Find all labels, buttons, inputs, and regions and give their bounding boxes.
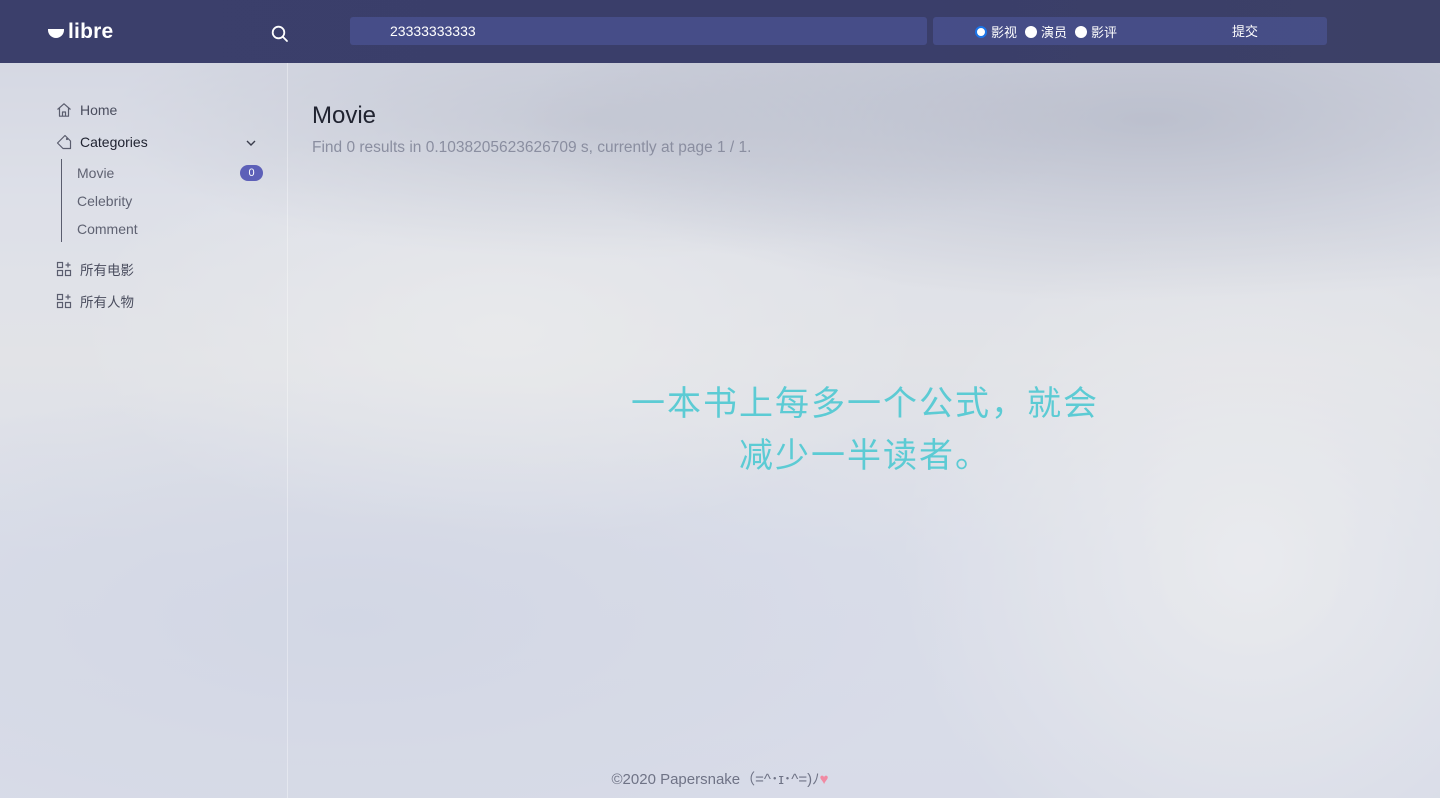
footer-text: ©2020 Papersnake（=^･ɪ･^=)ﾉ xyxy=(611,771,820,788)
type-radio-actor[interactable]: 演员 xyxy=(1025,22,1067,41)
search-type-group: 影视 演员 影评 xyxy=(933,17,1327,45)
type-label-review: 影评 xyxy=(1091,26,1118,41)
sidebar-subitem-comment[interactable]: Comment xyxy=(77,221,138,237)
top-bar: libre 影视 演员 影评 提交 xyxy=(0,0,1440,63)
quote-line-2: 减少一半读者。 xyxy=(739,436,991,476)
quote-line-1: 一本书上每多一个公式，就会 xyxy=(631,384,1099,424)
submit-button[interactable]: 提交 xyxy=(1232,21,1258,40)
category-tree-line xyxy=(61,159,62,242)
sidebar-item-all-movies[interactable]: 所有电影 xyxy=(56,259,134,279)
grid-add-icon xyxy=(56,293,72,309)
type-label-actor: 演员 xyxy=(1041,26,1068,41)
sidebar: Home Categories Movie 0 Celebrity Commen… xyxy=(0,63,288,798)
movie-count-badge: 0 xyxy=(240,165,263,181)
heart-icon: ♥ xyxy=(819,771,829,788)
empty-quote: 一本书上每多一个公式，就会 减少一半读者。 xyxy=(600,378,1130,482)
home-icon xyxy=(57,103,71,117)
sidebar-subitem-celebrity[interactable]: Celebrity xyxy=(77,193,132,209)
logo[interactable]: libre xyxy=(48,19,113,45)
result-info: Find 0 results in 0.1038205623626709 s, … xyxy=(312,139,752,156)
sidebar-item-all-people[interactable]: 所有人物 xyxy=(56,291,134,311)
sidebar-item-home[interactable]: Home xyxy=(56,102,117,118)
logo-text: libre xyxy=(68,20,114,43)
search-input[interactable] xyxy=(350,17,927,45)
type-radio-review[interactable]: 影评 xyxy=(1075,22,1117,41)
page-title: Movie xyxy=(312,102,377,129)
sidebar-item-label: Home xyxy=(80,102,118,118)
type-label-movie: 影视 xyxy=(991,26,1018,41)
logo-mark-icon xyxy=(48,29,64,38)
radio-icon[interactable] xyxy=(1025,25,1037,38)
type-radio-movie[interactable]: 影视 xyxy=(975,22,1017,41)
sidebar-subitem-movie[interactable]: Movie xyxy=(77,165,114,181)
tag-icon xyxy=(56,134,72,150)
search-icon[interactable] xyxy=(270,24,292,46)
chevron-down-icon[interactable] xyxy=(246,139,256,147)
radio-icon[interactable] xyxy=(1075,25,1087,38)
sidebar-item-label: 所有电影 xyxy=(80,263,134,279)
radio-checked-icon[interactable] xyxy=(975,25,987,38)
sidebar-item-label: Categories xyxy=(80,134,148,150)
sidebar-item-categories[interactable]: Categories xyxy=(56,134,148,150)
sidebar-item-label: 所有人物 xyxy=(80,295,134,311)
grid-add-icon xyxy=(56,261,72,277)
